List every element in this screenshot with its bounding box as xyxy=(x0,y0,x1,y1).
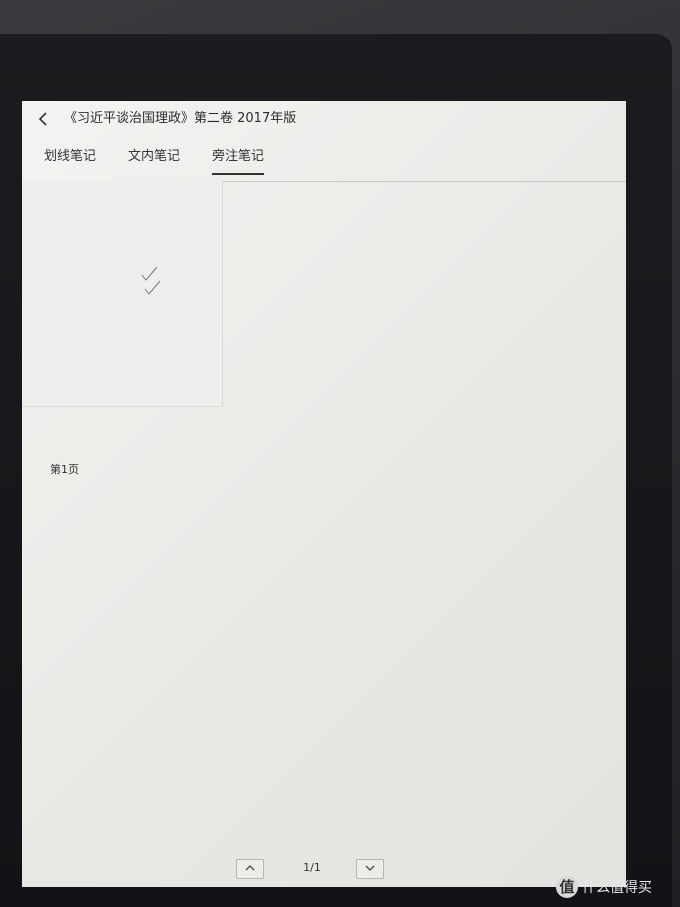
page-down-button[interactable] xyxy=(356,859,384,879)
ereader-screen: 《习近平谈治国理政》第二卷 2017年版 划线笔记 文内笔记 旁注笔记 第1页 … xyxy=(22,101,626,887)
notes-tab-bar: 划线笔记 文内笔记 旁注笔记 xyxy=(22,141,626,182)
tab-inline-notes[interactable]: 文内笔记 xyxy=(128,145,180,173)
note-page-label: 第1页 xyxy=(50,463,79,476)
handwritten-check-marks-icon xyxy=(141,266,161,295)
chevron-down-icon xyxy=(365,865,375,871)
margin-note-thumbnail[interactable]: 第1页 xyxy=(22,181,223,476)
chevron-up-icon xyxy=(245,865,255,871)
book-title: 《习近平谈治国理政》第二卷 2017年版 xyxy=(64,111,297,126)
watermark-text: 什么值得买 xyxy=(582,880,652,896)
pager: 1/1 xyxy=(22,857,626,883)
watermark: 值 什么值得买 xyxy=(556,876,652,898)
back-arrow-icon[interactable] xyxy=(36,111,50,127)
page-indicator: 1/1 xyxy=(303,861,321,874)
header-bar: 《习近平谈治国理政》第二卷 2017年版 xyxy=(22,101,626,141)
page-up-button[interactable] xyxy=(236,859,264,879)
tab-highlight-notes[interactable]: 划线笔记 xyxy=(44,145,96,173)
watermark-logo-icon: 值 xyxy=(556,876,578,898)
tab-margin-notes[interactable]: 旁注笔记 xyxy=(212,145,265,175)
